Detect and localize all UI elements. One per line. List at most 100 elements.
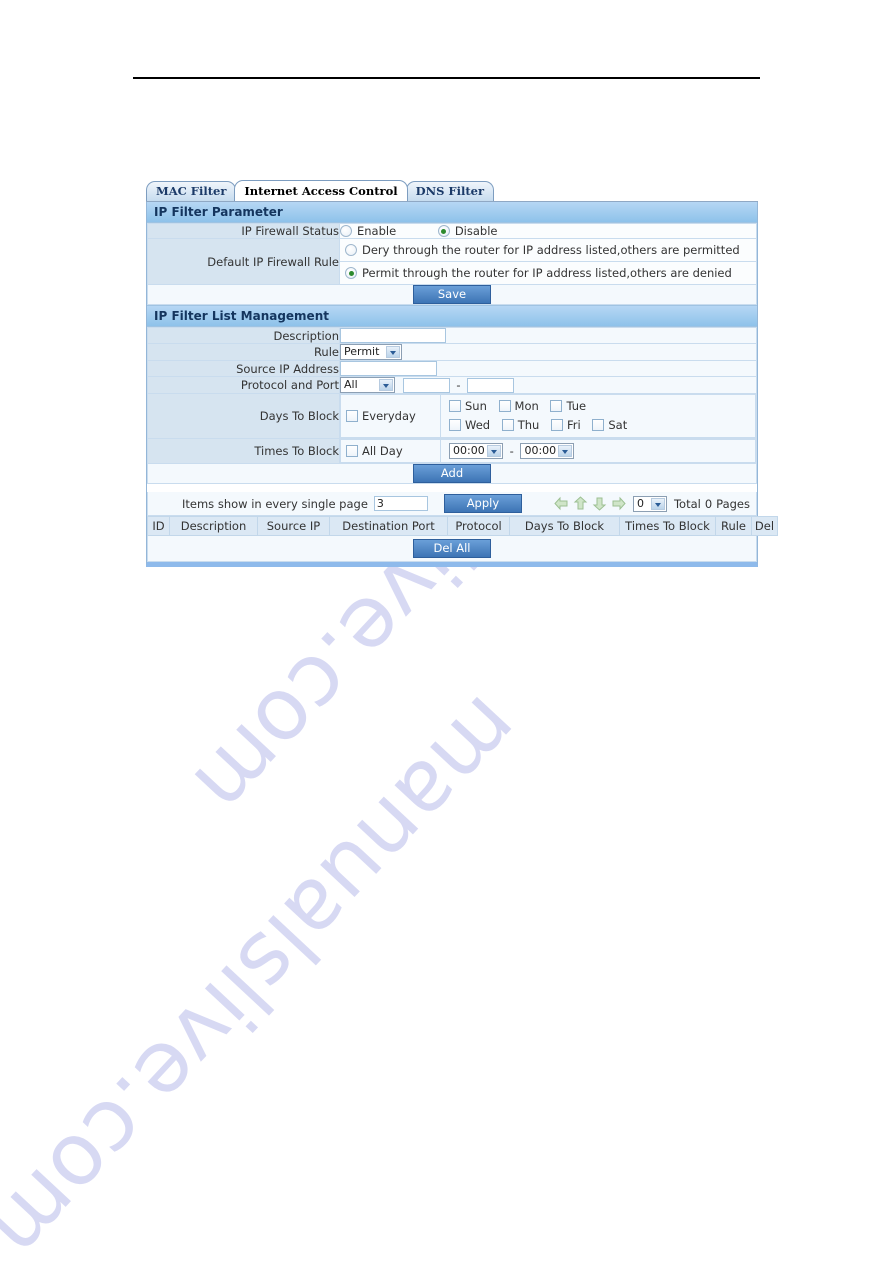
- checkbox-option-tue[interactable]: Tue: [550, 399, 586, 413]
- row-ip-firewall-status: IP Firewall Status Enable Disable: [147, 223, 757, 239]
- times-inner-table: All Day 00:00 - 00:00: [340, 439, 756, 463]
- column-header-destination-port: Destination Port: [329, 516, 448, 536]
- radio-option-enable[interactable]: Enable: [340, 224, 396, 238]
- section-title-ip-filter-list-management: IP Filter List Management: [147, 305, 757, 327]
- column-header-description: Description: [169, 516, 258, 536]
- rule-select[interactable]: Permit: [340, 344, 402, 360]
- tab-dns-filter[interactable]: DNS Filter: [405, 181, 495, 201]
- chevron-down-icon[interactable]: [487, 445, 501, 457]
- days-inner-row: Everyday Sun Mon Tue Wed Thu Fri Sat: [340, 394, 756, 438]
- time-start-select[interactable]: 00:00: [449, 443, 503, 459]
- radio-label-enable: Enable: [357, 224, 397, 238]
- checkbox-sat-icon[interactable]: [592, 419, 605, 431]
- row-description: Description: [147, 327, 757, 344]
- port-range-separator: -: [456, 377, 461, 392]
- radio-deny-icon[interactable]: [345, 244, 357, 256]
- radio-permit-icon[interactable]: [345, 267, 357, 279]
- checkbox-option-everyday[interactable]: Everyday: [346, 409, 416, 423]
- checkbox-all-day-icon[interactable]: [346, 445, 358, 457]
- save-button[interactable]: Save: [413, 285, 491, 304]
- column-header-times-to-block: Times To Block: [619, 516, 716, 536]
- port-end-input[interactable]: [467, 377, 515, 393]
- del-all-button[interactable]: Del All: [413, 539, 491, 558]
- radio-label-permit: Permit through the router for IP address…: [362, 266, 732, 280]
- row-source-ip-address: Source IP Address: [147, 360, 757, 377]
- column-header-id: ID: [147, 516, 170, 536]
- label-ip-firewall-status: IP Firewall Status: [147, 223, 340, 239]
- ip-filter-results-table: ID Description Source IP Destination Por…: [147, 516, 778, 536]
- chevron-down-icon[interactable]: [558, 445, 573, 457]
- source-ip-input[interactable]: [340, 361, 437, 376]
- description-input[interactable]: [340, 328, 446, 343]
- days-row-2: Wed Thu Fri Sat: [449, 416, 755, 435]
- checkbox-everyday-icon[interactable]: [346, 410, 358, 422]
- column-header-source-ip: Source IP: [257, 516, 330, 536]
- cell-days-grid: Sun Mon Tue Wed Thu Fri Sat: [440, 394, 756, 438]
- items-per-page-label: Items show in every single page: [182, 496, 368, 511]
- checkbox-mon-icon[interactable]: [498, 400, 511, 412]
- items-per-page-input[interactable]: [373, 496, 428, 511]
- router-config-panel: MAC Filter Internet Access Control DNS F…: [146, 180, 778, 567]
- pagination-left-group: Items show in every single page Apply: [148, 494, 522, 513]
- chevron-down-icon[interactable]: [386, 346, 400, 358]
- tab-mac-filter[interactable]: MAC Filter: [146, 181, 237, 201]
- checkbox-sun-icon[interactable]: [449, 400, 461, 412]
- label-rule: Rule: [147, 343, 340, 361]
- days-row-1: Sun Mon Tue: [449, 397, 755, 416]
- time-end-value: 00:00: [524, 444, 557, 457]
- checkbox-option-sat[interactable]: Sat: [592, 418, 627, 432]
- time-end-select[interactable]: 00:00: [520, 443, 575, 459]
- radio-option-disable[interactable]: Disable: [437, 224, 498, 238]
- chevron-down-icon[interactable]: [650, 497, 665, 510]
- add-button[interactable]: Add: [413, 464, 491, 483]
- pagination-right-group: 0 Total 0 Pages: [554, 495, 752, 512]
- page-select[interactable]: 0: [632, 495, 667, 512]
- protocol-select[interactable]: All: [340, 377, 395, 393]
- page-select-value: 0: [636, 496, 644, 510]
- checkbox-label-mon: Mon: [514, 399, 539, 413]
- field-description: [339, 327, 757, 344]
- radio-option-deny[interactable]: Dery through the router for IP address l…: [340, 239, 756, 262]
- tab-internet-access-control[interactable]: Internet Access Control: [234, 180, 408, 201]
- panel-body: IP Filter Parameter IP Firewall Status E…: [146, 202, 778, 567]
- pagination-row: Items show in every single page Apply: [147, 492, 757, 516]
- del-all-row: Del All: [147, 536, 757, 562]
- port-start-input[interactable]: [402, 377, 450, 393]
- checkbox-option-mon[interactable]: Mon: [498, 399, 539, 413]
- column-header-del: Del: [751, 516, 778, 536]
- arrow-down-icon[interactable]: [592, 496, 607, 511]
- total-pages-value: 0: [704, 496, 713, 511]
- checkbox-thu-icon[interactable]: [501, 419, 514, 431]
- checkbox-option-thu[interactable]: Thu: [501, 418, 540, 432]
- arrow-up-icon[interactable]: [573, 496, 588, 511]
- checkbox-wed-icon[interactable]: [449, 419, 461, 431]
- ip-filter-parameter-table: IP Firewall Status Enable Disable Defaul…: [147, 223, 757, 305]
- row-protocol-and-port: Protocol and Port All -: [147, 376, 757, 394]
- checkbox-option-sun[interactable]: Sun: [449, 399, 487, 413]
- checkbox-option-wed[interactable]: Wed: [449, 418, 490, 432]
- apply-button[interactable]: Apply: [443, 494, 522, 513]
- checkbox-label-sat: Sat: [608, 418, 628, 432]
- chevron-down-icon[interactable]: [379, 379, 393, 391]
- radio-enable-icon[interactable]: [340, 225, 352, 237]
- section-spacer: [147, 484, 757, 492]
- checkbox-label-thu: Thu: [517, 418, 540, 432]
- checkbox-fri-icon[interactable]: [551, 419, 563, 431]
- table-header-row: ID Description Source IP Destination Por…: [147, 516, 778, 536]
- radio-option-permit[interactable]: Permit through the router for IP address…: [340, 262, 756, 284]
- field-protocol-and-port: All -: [339, 376, 757, 394]
- row-default-ip-firewall-rule: Default IP Firewall Rule Dery through th…: [147, 238, 757, 285]
- checkbox-option-fri[interactable]: Fri: [551, 418, 581, 432]
- arrow-right-icon[interactable]: [611, 496, 626, 511]
- row-days-to-block: Days To Block Everyday Sun Mon Tue Wed T…: [147, 393, 757, 439]
- checkbox-option-all-day[interactable]: All Day: [346, 444, 403, 458]
- field-default-ip-firewall-rule: Dery through the router for IP address l…: [339, 238, 757, 285]
- checkbox-label-everyday: Everyday: [362, 409, 416, 423]
- radio-disable-icon[interactable]: [437, 225, 450, 237]
- row-rule: Rule Permit: [147, 343, 757, 361]
- checkbox-label-tue: Tue: [566, 399, 587, 413]
- column-header-rule: Rule: [715, 516, 752, 536]
- row-save-button: Save: [147, 284, 757, 305]
- checkbox-tue-icon[interactable]: [550, 400, 563, 412]
- arrow-left-icon[interactable]: [554, 496, 569, 511]
